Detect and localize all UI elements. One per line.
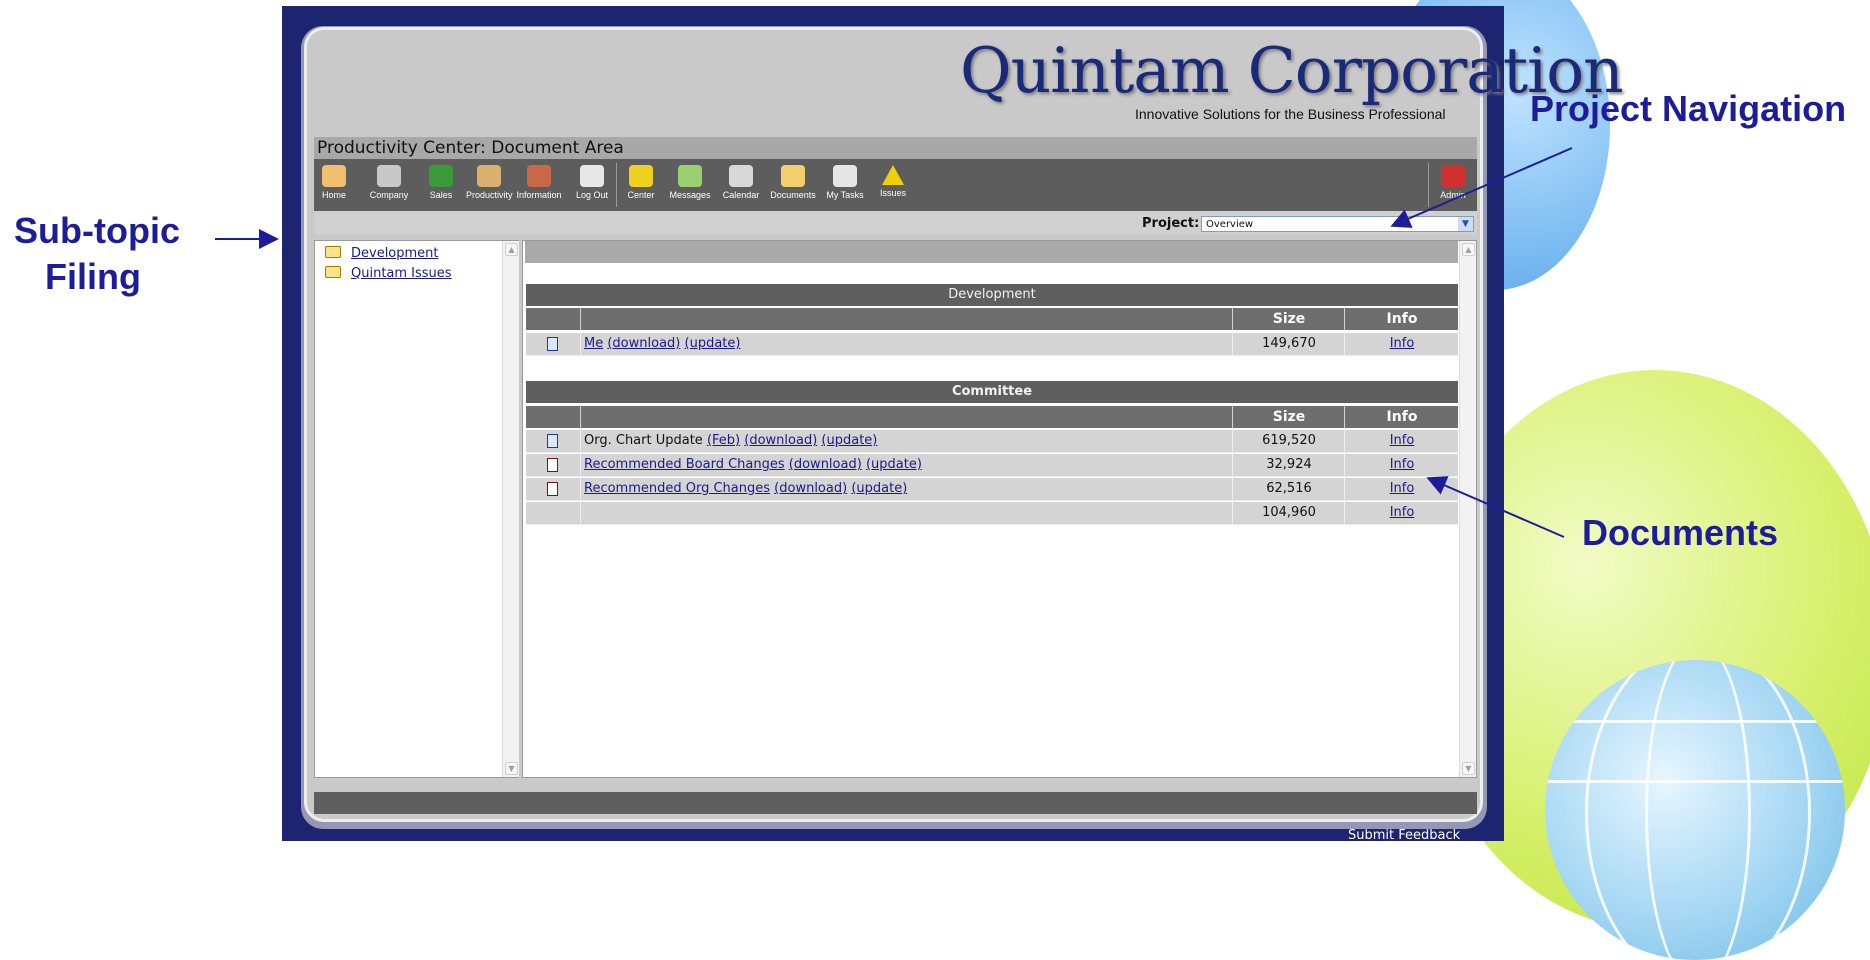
arrow-project-navigation: [1390, 147, 1573, 228]
arrow-documents: [1426, 476, 1565, 538]
annotation-arrows: [215, 147, 1573, 538]
